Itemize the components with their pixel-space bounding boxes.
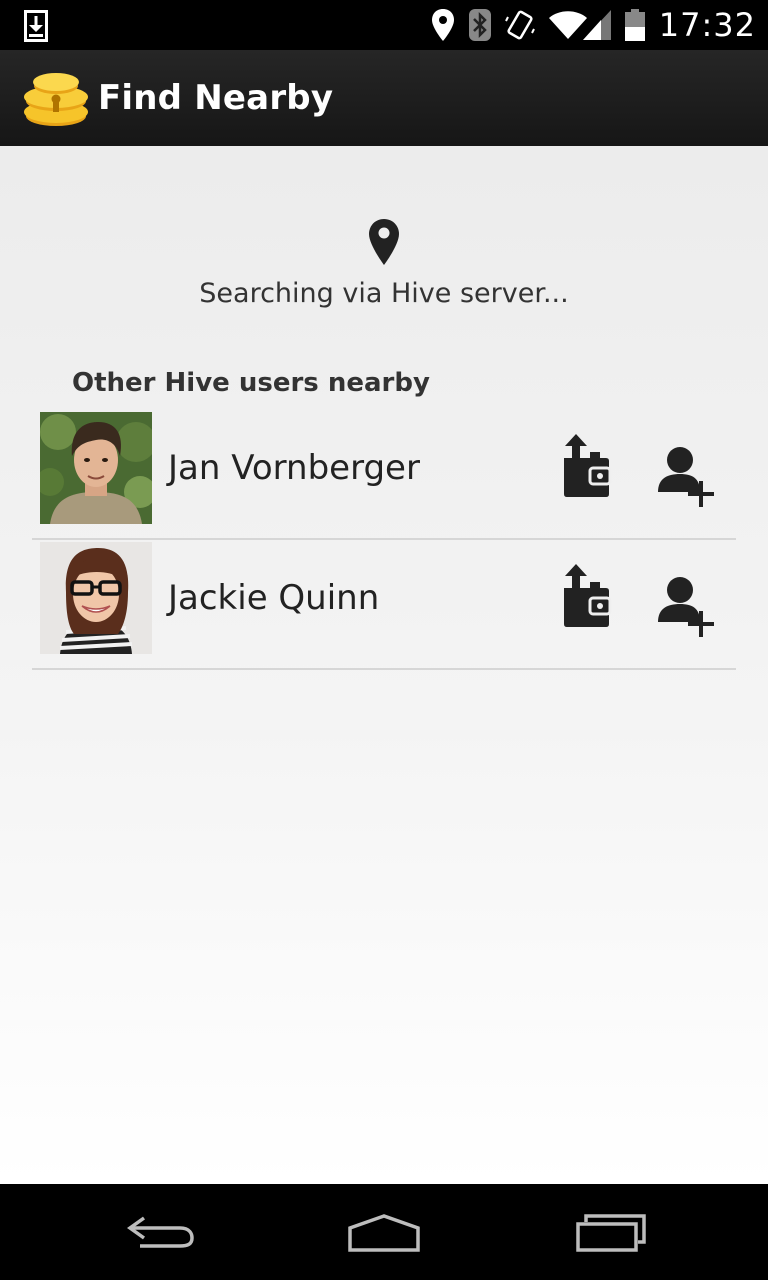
user-list-item[interactable]: Jackie Quinn	[32, 540, 736, 670]
avatar	[40, 412, 152, 524]
hive-logo-icon[interactable]	[22, 68, 90, 130]
main-content: Searching via Hive server... Other Hive …	[0, 146, 768, 1184]
send-money-button[interactable]	[562, 432, 620, 498]
status-bar: 17:32	[0, 0, 768, 50]
clock: 17:32	[658, 6, 756, 44]
bluetooth-icon	[468, 9, 491, 41]
download-notification-icon	[24, 10, 48, 42]
recents-icon[interactable]	[570, 1208, 650, 1256]
user-name: Jackie Quinn	[168, 578, 380, 618]
back-icon[interactable]	[122, 1208, 202, 1256]
action-bar: Find Nearby	[0, 50, 768, 146]
location-icon	[431, 9, 454, 41]
user-name: Jan Vornberger	[168, 448, 420, 488]
vibrate-icon	[504, 10, 535, 40]
signal-icon	[582, 10, 611, 40]
battery-icon	[624, 9, 645, 41]
section-header: Other Hive users nearby	[72, 368, 430, 398]
location-pin-icon	[369, 219, 399, 265]
send-money-button[interactable]	[562, 562, 620, 628]
page-title: Find Nearby	[98, 78, 334, 118]
add-contact-button[interactable]	[658, 444, 718, 508]
wifi-icon	[548, 11, 587, 39]
user-list-item[interactable]: Jan Vornberger	[32, 410, 736, 540]
search-status-text: Searching via Hive server...	[199, 278, 569, 309]
home-icon[interactable]	[344, 1208, 424, 1256]
navigation-bar	[0, 1184, 768, 1280]
add-contact-button[interactable]	[658, 574, 718, 638]
avatar	[40, 542, 152, 654]
